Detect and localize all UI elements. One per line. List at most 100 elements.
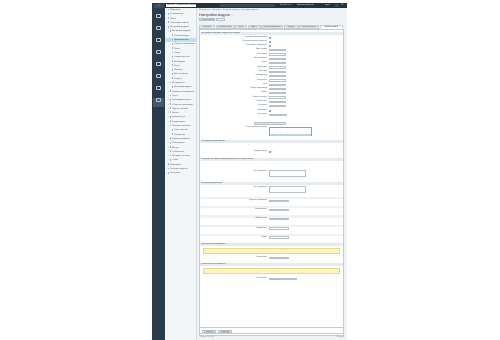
- nav-item-label: Веб-формы: [174, 60, 186, 63]
- nav-item-label: Сайты: [174, 51, 181, 54]
- breadcrumb-item[interactable]: Настройки модулей: [241, 9, 257, 11]
- breadcrumb-item[interactable]: Настройки продукта: [223, 9, 240, 11]
- field-label: Текст уведомления:: [253, 170, 268, 172]
- notification-textarea[interactable]: [268, 170, 306, 178]
- chevron-down-icon: ▾: [286, 200, 288, 202]
- left-rail: ≡ Рабочий стол Контент Маркетинг Магазин Сер…: [152, 3, 165, 340]
- select-value: Стандартный: [270, 257, 279, 259]
- select-value: Да: [270, 200, 272, 202]
- nav-item-label: Настройки модуля: [174, 86, 192, 89]
- rail-item-label: Контент: [155, 30, 162, 31]
- rail-item-2[interactable]: Маркетинг: [153, 38, 164, 47]
- field-label: Количество попыток:: [252, 96, 268, 98]
- field-label: Режим работы:: [256, 256, 268, 258]
- text-field[interactable]: 1800: [268, 92, 286, 95]
- lang-switch[interactable]: RU: [341, 4, 344, 7]
- text-field[interactable]: 1800: [268, 87, 286, 91]
- notifications-icon[interactable]: [335, 3, 339, 8]
- checkbox[interactable]: [268, 41, 271, 43]
- field-label: Статус заказа:: [257, 114, 268, 116]
- message-textarea[interactable]: [268, 186, 306, 194]
- status-select[interactable]: Новый ▾: [268, 113, 288, 117]
- field-label: Порт сервера:: [257, 53, 268, 55]
- topbar-user[interactable]: admin: [325, 4, 330, 7]
- main-content: Рабочий стол›Настройки›Настройки продукт…: [197, 8, 347, 340]
- nav-tree: ▸ Избранное ▸ Пользователи ▸ Поиск ▸ Управление…: [165, 8, 197, 340]
- chevron-down-icon: ▾: [212, 19, 214, 20]
- settings-panel: Настройки интеграции с модулем поставщик…: [199, 28, 344, 336]
- text-field[interactable]: 1000: [268, 53, 286, 56]
- checkbox[interactable]: [268, 45, 271, 48]
- text-field[interactable]: 0001: [268, 74, 286, 78]
- nav-item-label: Облачные хранилища: [172, 103, 193, 106]
- option-select[interactable]: Да ▾: [268, 199, 289, 202]
- text-field[interactable]: 0001: [268, 66, 286, 69]
- field-label: Текст уведомления:: [253, 186, 268, 188]
- field-label: Период синхронизации:: [250, 88, 268, 90]
- star-icon[interactable]: ☆: [231, 14, 233, 17]
- reset-settings-button[interactable]: Сбросить настройки: [254, 121, 286, 125]
- checkbox[interactable]: [268, 151, 271, 154]
- section-header: Настройки интеграции с модулем поставщик…: [200, 31, 343, 35]
- chevron-down-icon: ▾: [285, 114, 286, 116]
- text-field[interactable]: 0001: [268, 70, 286, 73]
- topbar-desktop-link[interactable]: Рабочий стол: [280, 4, 291, 7]
- rail-item-label: Marketplace: [154, 90, 163, 91]
- save-button[interactable]: Сохранить: [202, 329, 216, 334]
- field-label: Отправлять уведомления:: [248, 199, 268, 201]
- option-select[interactable]: HTML ▾: [268, 236, 289, 239]
- option-select[interactable]: Стандартный ▾: [268, 218, 289, 221]
- nav-item-label: Опросы: [174, 77, 182, 80]
- copyright-right[interactable]: 1С-Битрикс: [336, 337, 344, 338]
- text-field[interactable]: 12345678: [268, 79, 286, 82]
- field-label: Использовать дробное количество:: [242, 40, 268, 42]
- text-field[interactable]: 12345678: [268, 83, 286, 86]
- field-label: Таймаут:: [260, 92, 268, 94]
- nav-item-label: Инструменты: [172, 82, 185, 85]
- rail-item-1[interactable]: Контент: [153, 26, 164, 35]
- module-select[interactable]: Интернет-магазин ▾: [199, 18, 215, 21]
- text-field[interactable]: 30: [268, 96, 286, 99]
- nav-item-label: Настройки: [170, 172, 180, 175]
- checkbox[interactable]: [268, 36, 271, 39]
- global-search-input[interactable]: [220, 3, 275, 8]
- text-field[interactable]: RUB: [268, 105, 286, 108]
- section-note: Укажите параметры выгрузки заказов во вн…: [232, 143, 311, 145]
- nav-item-label: Доступ: [172, 146, 179, 149]
- mode-select[interactable]: Стандартный ▾: [268, 256, 289, 259]
- order-status-multiselect[interactable]: Новый Принят, ожидается оплата Оплачен, фо…: [268, 126, 312, 138]
- text-field[interactable]: admin: [268, 57, 286, 61]
- text-field[interactable]: admin: [268, 62, 286, 65]
- text-field[interactable]: 100: [268, 49, 286, 52]
- field-label: Формат даты:: [257, 109, 268, 111]
- nav-item-label: Тесты: [172, 94, 178, 97]
- rail-item-3[interactable]: Магазин: [153, 50, 164, 59]
- field-label: Ключ доступа:: [257, 79, 268, 81]
- rail-item-5[interactable]: Аналитика: [153, 74, 164, 83]
- rail-item-label: Аналитика: [154, 78, 163, 79]
- mode-select[interactable]: Стандартный ▾: [268, 277, 298, 280]
- nav-item-label: Управление сайтом: [170, 21, 189, 24]
- module-apply-button[interactable]: Применить: [216, 18, 225, 21]
- rail-item-label: Сервисы: [155, 66, 162, 67]
- rail-item-label: Маркетинг: [154, 42, 163, 43]
- nav-item[interactable]: ▸ Настройки: [165, 171, 196, 175]
- field-label: Код склада:: [258, 70, 268, 72]
- rail-item-4[interactable]: Сервисы: [153, 62, 164, 71]
- topbar-admin-link[interactable]: Администрирование: [297, 4, 314, 7]
- option-select[interactable]: Ежедневно ▾: [268, 227, 289, 230]
- checkbox[interactable]: [268, 109, 271, 112]
- field-label: Использовать складской учёт:: [246, 45, 268, 47]
- rail-item-0[interactable]: Рабочий стол: [153, 14, 164, 23]
- rail-item-7[interactable]: Настройки: [153, 98, 164, 107]
- brand-label[interactable]: Bitrix24 · Управление сайтом: [166, 3, 196, 8]
- rail-item-label: Магазин: [155, 54, 162, 55]
- text-field[interactable]: 100: [268, 100, 286, 104]
- rail-item-6[interactable]: Marketplace: [153, 86, 164, 95]
- apply-button[interactable]: Применить: [218, 329, 232, 334]
- breadcrumb-item[interactable]: Рабочий стол: [199, 9, 210, 11]
- nav-item-label: Производительность: [172, 99, 192, 102]
- multiselect-option[interactable]: Выполнен: [270, 136, 311, 138]
- breadcrumb-item[interactable]: Настройки: [212, 9, 221, 11]
- option-select[interactable]: Email ▾: [268, 208, 289, 212]
